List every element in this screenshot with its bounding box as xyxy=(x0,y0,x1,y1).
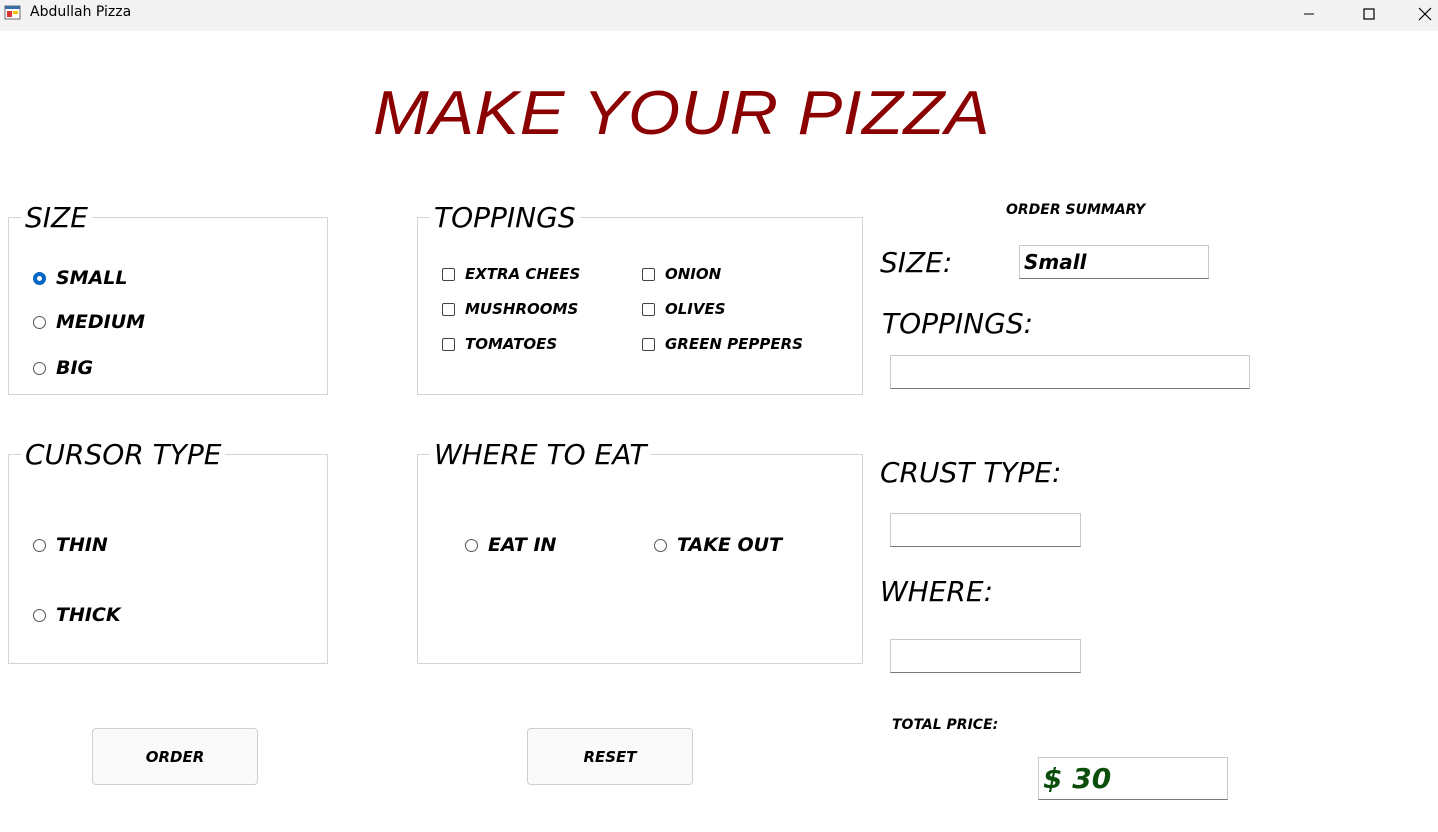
checkbox[interactable] xyxy=(642,267,655,281)
radio-label: MEDIUM xyxy=(56,311,146,333)
summary-size-field[interactable]: Small xyxy=(1019,245,1209,279)
checkbox[interactable] xyxy=(442,337,455,351)
topping-tomatoes[interactable]: TOMATOES xyxy=(442,335,557,353)
where-option-take-out[interactable]: TAKE OUT xyxy=(654,534,782,556)
radio-label: EAT IN xyxy=(488,534,557,556)
topping-olives[interactable]: OLIVES xyxy=(642,300,726,318)
order-button[interactable]: ORDER xyxy=(92,728,258,785)
title-bar: Abdullah Pizza xyxy=(0,0,1438,31)
checkbox-label: TOMATOES xyxy=(465,335,558,353)
radio-label: TAKE OUT xyxy=(677,534,783,556)
order-summary-title: ORDER SUMMARY xyxy=(1006,202,1146,218)
radio-button[interactable] xyxy=(33,361,46,375)
topping-mushrooms[interactable]: MUSHROOMS xyxy=(442,300,578,318)
where-option-eat-in[interactable]: EAT IN xyxy=(465,534,556,556)
radio-label: THICK xyxy=(56,604,121,626)
radio-button[interactable] xyxy=(654,538,667,552)
crust-group-legend: CURSOR TYPE xyxy=(21,438,226,471)
summary-crust-label: CRUST TYPE: xyxy=(880,456,1062,489)
crust-option-thick[interactable]: THICK xyxy=(33,604,121,626)
radio-label: THIN xyxy=(56,534,108,556)
page-title: MAKE YOUR PIZZA xyxy=(373,79,991,148)
size-option-big[interactable]: BIG xyxy=(33,357,93,379)
where-group-legend: WHERE TO EAT xyxy=(430,438,651,471)
crust-group: CURSOR TYPE THIN THICK xyxy=(8,438,328,664)
topping-green-peppers[interactable]: GREEN PEPPERS xyxy=(642,335,803,353)
radio-button[interactable] xyxy=(33,271,46,285)
radio-button[interactable] xyxy=(33,538,46,552)
size-option-small[interactable]: SMALL xyxy=(33,267,128,289)
checkbox[interactable] xyxy=(442,302,455,316)
toppings-group: TOPPINGS EXTRA CHEES MUSHROOMS TOMATOES … xyxy=(417,201,863,395)
size-group: SIZE SMALL MEDIUM BIG xyxy=(8,201,328,395)
radio-label: BIG xyxy=(56,357,94,379)
summary-where-label: WHERE: xyxy=(880,575,994,608)
checkbox[interactable] xyxy=(642,302,655,316)
radio-button[interactable] xyxy=(465,538,478,552)
radio-button[interactable] xyxy=(33,608,46,622)
summary-toppings-field[interactable] xyxy=(890,355,1250,389)
checkbox[interactable] xyxy=(442,267,455,281)
crust-option-thin[interactable]: THIN xyxy=(33,534,108,556)
summary-size-label: SIZE: xyxy=(880,246,953,279)
size-option-medium[interactable]: MEDIUM xyxy=(33,311,145,333)
summary-toppings-label: TOPPINGS: xyxy=(882,307,1034,340)
total-price-field[interactable]: $ 30 xyxy=(1038,757,1228,800)
summary-crust-field[interactable] xyxy=(890,513,1081,547)
close-button[interactable] xyxy=(1402,0,1438,28)
topping-onion[interactable]: ONION xyxy=(642,265,721,283)
where-group: WHERE TO EAT EAT IN TAKE OUT xyxy=(417,438,863,664)
window-title: Abdullah Pizza xyxy=(30,4,132,20)
checkbox-label: GREEN PEPPERS xyxy=(665,335,803,353)
app-icon xyxy=(4,5,21,20)
radio-label: SMALL xyxy=(56,267,128,289)
toppings-group-legend: TOPPINGS xyxy=(430,201,580,234)
checkbox-label: OLIVES xyxy=(665,300,726,318)
reset-button[interactable]: RESET xyxy=(527,728,693,785)
total-price-label: TOTAL PRICE: xyxy=(892,717,999,733)
checkbox-label: ONION xyxy=(665,265,722,283)
size-group-legend: SIZE xyxy=(21,201,92,234)
radio-button[interactable] xyxy=(33,315,46,329)
checkbox[interactable] xyxy=(642,337,655,351)
minimize-icon xyxy=(1304,13,1314,15)
topping-extra-cheese[interactable]: EXTRA CHEES xyxy=(442,265,580,283)
maximize-icon xyxy=(1363,8,1375,20)
summary-where-field[interactable] xyxy=(890,639,1081,673)
maximize-button[interactable] xyxy=(1346,0,1392,28)
close-icon xyxy=(1418,7,1432,21)
checkbox-label: EXTRA CHEES xyxy=(465,265,581,283)
minimize-button[interactable] xyxy=(1286,0,1332,28)
checkbox-label: MUSHROOMS xyxy=(465,300,579,318)
